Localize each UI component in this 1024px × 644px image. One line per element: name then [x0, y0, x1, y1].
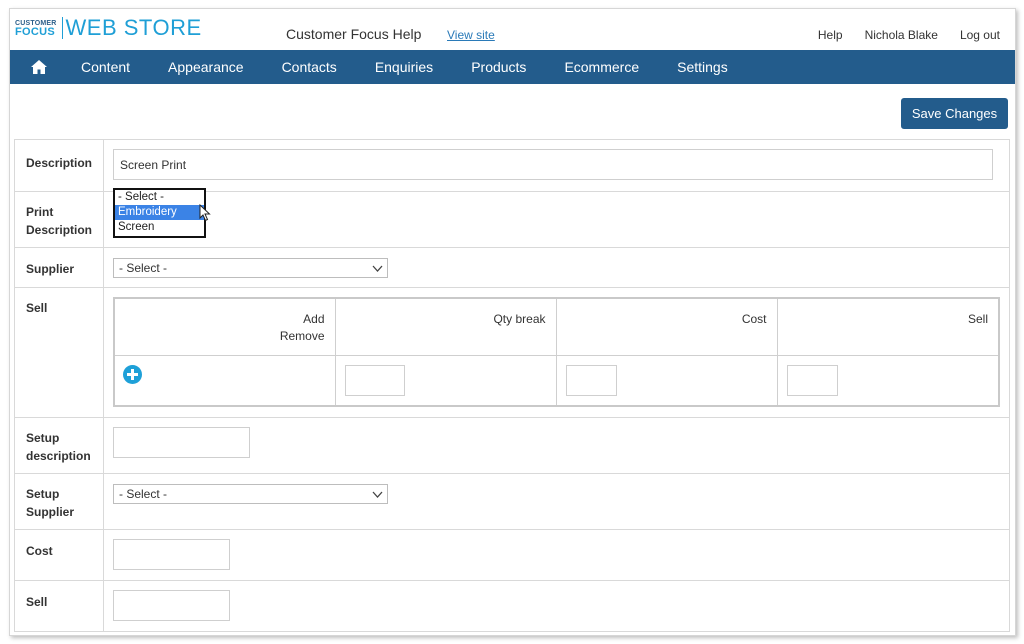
setup-sell-input[interactable]	[113, 590, 230, 621]
chevron-down-icon	[372, 491, 383, 498]
nav-ecommerce[interactable]: Ecommerce	[545, 50, 658, 84]
supplier-select[interactable]: - Select -	[113, 258, 388, 278]
setup-supplier-label: Setup Supplier	[14, 473, 104, 530]
print-description-dropdown-list[interactable]: - Select - Embroidery Screen	[113, 188, 206, 238]
logout-link[interactable]: Log out	[960, 28, 1000, 42]
col-add-remove-header: Add Remove	[113, 297, 336, 356]
logo-divider	[61, 17, 63, 39]
sell-grid-label: Sell	[14, 287, 104, 418]
app-window: CUSTOMER FOCUS WEB STORE Customer Focus …	[9, 8, 1016, 636]
nav-appearance[interactable]: Appearance	[149, 50, 263, 84]
cost-input[interactable]	[565, 364, 617, 396]
main-nav: Content Appearance Contacts Enquiries Pr…	[10, 50, 1015, 84]
nav-contacts[interactable]: Contacts	[263, 50, 356, 84]
site-title: Customer Focus Help	[286, 26, 422, 42]
sell-label: Sell	[14, 580, 104, 632]
col-qty-header: Qty break	[334, 297, 557, 356]
dropdown-option[interactable]: - Select -	[115, 190, 204, 205]
nav-settings[interactable]: Settings	[658, 50, 747, 84]
supplier-select-value: - Select -	[119, 261, 168, 275]
dropdown-option-highlighted[interactable]: Embroidery	[115, 205, 204, 220]
chevron-down-icon	[372, 265, 383, 272]
description-label: Description	[14, 139, 104, 192]
row-setup-supplier: Setup Supplier - Select -	[14, 473, 1010, 530]
nav-home[interactable]	[10, 50, 68, 84]
row-sell: Sell	[14, 580, 1010, 632]
setup-supplier-select-value: - Select -	[119, 487, 168, 501]
top-bar: CUSTOMER FOCUS WEB STORE Customer Focus …	[10, 9, 1015, 50]
setup-cost-input[interactable]	[113, 539, 230, 570]
view-site-link[interactable]: View site	[447, 28, 495, 42]
home-icon	[31, 60, 47, 74]
qty-break-input[interactable]	[344, 364, 405, 396]
user-name-link[interactable]: Nichola Blake	[865, 28, 938, 42]
dropdown-option[interactable]: Screen	[115, 220, 204, 235]
top-links: Help Nichola Blake Log out	[796, 28, 1000, 42]
row-print-description: Print Description - Select - Embroidery …	[14, 188, 1010, 248]
row-description: Description	[14, 139, 1010, 192]
row-sell-grid: Sell Add Remove Qty break Cost Sell	[14, 287, 1010, 418]
col-cost-header: Cost	[555, 297, 778, 356]
description-input[interactable]	[113, 149, 993, 180]
logo-line2: FOCUS	[15, 26, 55, 38]
setup-description-input[interactable]	[113, 427, 250, 458]
mouse-pointer-icon	[199, 204, 211, 222]
save-changes-button[interactable]: Save Changes	[901, 98, 1008, 129]
cost-label: Cost	[14, 529, 104, 581]
supplier-label: Supplier	[14, 247, 104, 288]
nav-products[interactable]: Products	[452, 50, 545, 84]
nav-content[interactable]: Content	[68, 50, 149, 84]
row-cost: Cost	[14, 529, 1010, 581]
row-setup-description: Setup description	[14, 417, 1010, 474]
row-supplier: Supplier - Select -	[14, 247, 1010, 288]
product-form: Description Print Description - Select -…	[14, 139, 1010, 632]
help-link[interactable]: Help	[818, 28, 843, 42]
logo-name: WEB STORE	[65, 15, 202, 40]
nav-enquiries[interactable]: Enquiries	[356, 50, 452, 84]
setup-supplier-select[interactable]: - Select -	[113, 484, 388, 504]
logo[interactable]: CUSTOMER FOCUS WEB STORE	[15, 15, 202, 41]
logo-mark: CUSTOMER FOCUS	[15, 19, 57, 38]
sell-input[interactable]	[786, 364, 838, 396]
plus-circle-icon[interactable]	[123, 364, 142, 384]
print-description-label: Print Description	[14, 191, 104, 248]
col-sell-header: Sell	[776, 297, 1000, 356]
setup-description-label: Setup description	[14, 417, 104, 474]
price-break-grid: Add Remove Qty break Cost Sell	[113, 297, 1000, 407]
